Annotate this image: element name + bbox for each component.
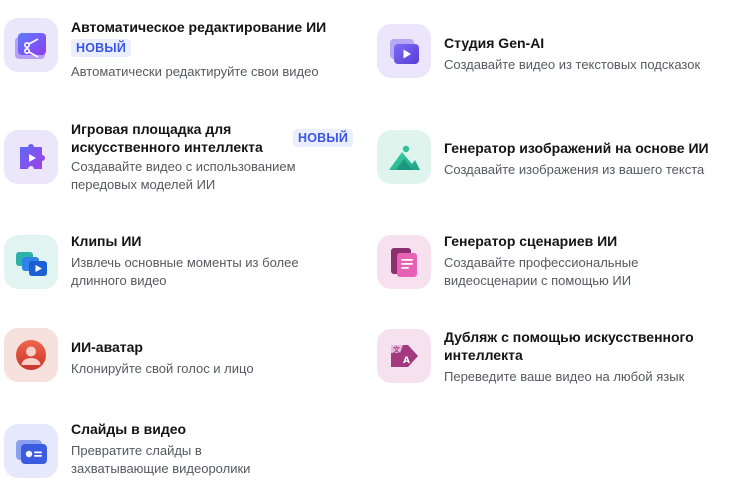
tool-ai-clips[interactable]: Клипы ИИ Извлечь основные моменты из бол… [4,232,344,294]
script-generator-icon [377,235,431,289]
tool-script-generator[interactable]: Генератор сценариев ИИ Создавайте профес… [377,232,722,292]
tool-description: Извлечь основные моменты из более [71,255,299,270]
tool-description: Клонируйте свой голос и лицо [71,361,254,376]
tool-gen-ai-studio[interactable]: Студия Gen-AI Создавайте видео из тексто… [377,24,722,80]
svg-text:A: A [403,356,410,366]
tool-ai-avatar[interactable]: ИИ-аватар Клонируйте свой голос и лицо [4,328,344,384]
tool-description: передовых моделей ИИ [71,177,216,192]
ai-avatar-icon [4,328,58,382]
tool-title: Дубляж с помощью искусственного [444,329,694,345]
tool-description: видеосценарии с помощью ИИ [444,273,632,288]
ai-dubbing-icon: 文 A [377,329,431,383]
tool-description: длинного видео [71,273,167,288]
tool-description: Переведите ваше видео на любой язык [444,369,685,384]
new-badge: НОВЫЙ [71,39,131,57]
tool-description: Автоматически редактируйте свои видео [71,64,319,79]
auto-edit-icon [4,18,58,72]
image-generator-icon [377,130,431,184]
tool-slides-to-video[interactable]: Слайды в видео Превратите слайды в захва… [4,420,344,480]
gen-ai-studio-icon [377,24,431,78]
tool-title: Клипы ИИ [71,233,142,249]
tool-title: интеллекта [444,347,523,363]
tool-image-generator[interactable]: Генератор изображений на основе ИИ Созда… [377,130,727,186]
tool-title: Генератор сценариев ИИ [444,233,618,249]
ai-clips-icon [4,235,58,289]
tool-description: Создавайте видео с использованием [71,159,296,174]
svg-text:文: 文 [393,345,401,354]
tool-title: Автоматическое редактирование ИИ [71,19,327,35]
tool-title: ИИ-аватар [71,339,143,355]
tool-auto-edit[interactable]: Автоматическое редактирование ИИ НОВЫЙ А… [4,18,344,88]
new-badge: НОВЫЙ [293,129,353,147]
slides-to-video-icon [4,424,58,478]
tool-description: Создавайте видео из текстовых подсказок [444,57,701,72]
tool-title: Слайды в видео [71,421,187,437]
tool-ai-playground[interactable]: Игровая площадка для искусственного инте… [4,120,360,200]
tool-title: Игровая площадка для [71,121,232,137]
tool-description: Создавайте профессиональные [444,255,639,270]
tool-description: Создавайте изображения из вашего текста [444,162,705,177]
tool-title: искусственного интеллекта [71,139,263,155]
tool-title: Студия Gen-AI [444,35,545,51]
tool-description: захватывающие видеоролики [71,461,251,476]
tool-ai-dubbing[interactable]: 文 A Дубляж с помощью искусственного инте… [377,328,727,388]
ai-playground-icon [4,130,58,184]
tool-description: Превратите слайды в [71,443,202,458]
tool-title: Генератор изображений на основе ИИ [444,140,709,156]
